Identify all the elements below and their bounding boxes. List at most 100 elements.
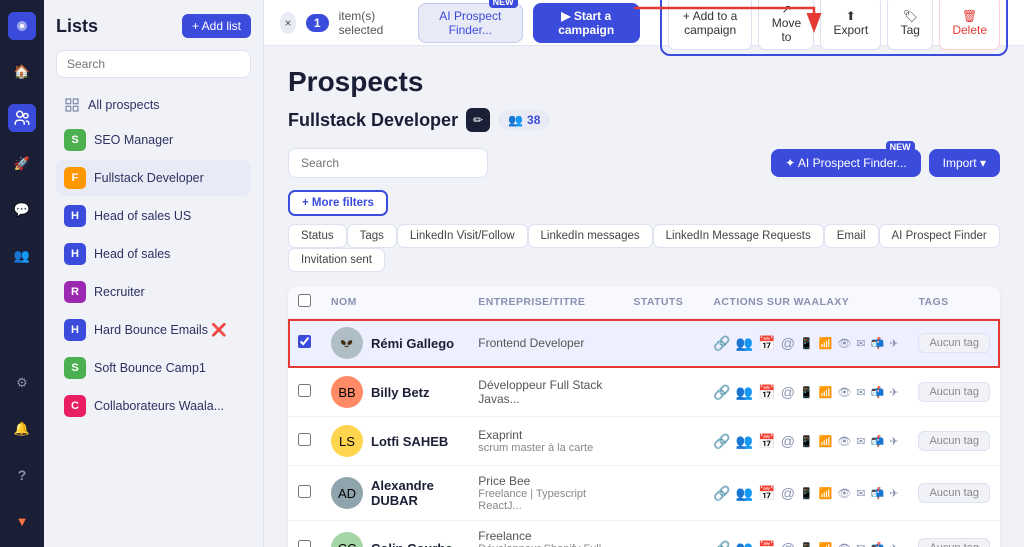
add-to-campaign-button[interactable]: + Add to a campaign (668, 0, 753, 50)
link-icon[interactable]: 🔗 (713, 335, 730, 352)
settings-icon[interactable]: ⚙ (8, 369, 36, 397)
row-checkbox-cell[interactable] (288, 368, 321, 417)
sidebar-list-item-8[interactable]: C Collaborateurs Waala... (56, 388, 251, 424)
select-all-header[interactable] (288, 286, 321, 319)
all-prospects-item[interactable]: All prospects (56, 90, 251, 120)
logo-icon[interactable] (8, 12, 36, 40)
filter-tag-email[interactable]: Email (824, 224, 879, 248)
link-icon[interactable]: 🔗 (713, 540, 730, 547)
calendar-icon[interactable]: 📅 (758, 433, 775, 450)
waalaxy-icon1[interactable]: 📱 (800, 435, 814, 448)
close-selection-button[interactable]: × (280, 12, 296, 34)
tag-pill[interactable]: Aucun tag (918, 538, 990, 547)
waalaxy-icon5[interactable]: 📬 (871, 487, 885, 500)
email-icon[interactable]: @ (781, 540, 795, 547)
filter-tag-invitation-sent[interactable]: Invitation sent (288, 248, 385, 272)
waalaxy-icon5[interactable]: 📬 (871, 542, 885, 547)
connect-icon[interactable]: 👥 (736, 485, 753, 502)
row-checkbox-cell[interactable] (288, 319, 321, 368)
sidebar-list-item-4[interactable]: H Head of sales (56, 236, 251, 272)
waalaxy-icon2[interactable]: 📶 (819, 542, 833, 547)
waalaxy-icon5[interactable]: 📬 (871, 386, 885, 399)
waalaxy-icon5[interactable]: 📬 (871, 337, 885, 350)
rocket-icon[interactable]: 🚀 (8, 150, 36, 178)
help-icon[interactable]: ? (8, 461, 36, 489)
filter-tag-linkedin-visit/follow[interactable]: LinkedIn Visit/Follow (397, 224, 528, 248)
chat-icon[interactable]: 💬 (8, 196, 36, 224)
filter-tag-linkedin-message-requests[interactable]: LinkedIn Message Requests (653, 224, 824, 248)
table-search-input[interactable] (288, 148, 488, 178)
row-checkbox[interactable] (298, 485, 311, 498)
row-checkbox[interactable] (298, 433, 311, 446)
link-icon[interactable]: 🔗 (713, 485, 730, 502)
sidebar-list-item-7[interactable]: S Soft Bounce Camp1 (56, 350, 251, 386)
waalaxy-icon3[interactable]: 👁 (837, 487, 851, 500)
filter-tag-ai-prospect-finder[interactable]: AI Prospect Finder (879, 224, 1000, 248)
waalaxy-icon5[interactable]: 📬 (871, 435, 885, 448)
import-button[interactable]: Import ▾ (929, 149, 1000, 177)
group-icon[interactable]: 👥 (8, 242, 36, 270)
ai-finder-button[interactable]: NEW ✦ AI Prospect Finder... (771, 149, 920, 177)
export-button[interactable]: ⬆ Export (820, 0, 881, 50)
row-checkbox-cell[interactable] (288, 466, 321, 521)
waalaxy-icon1[interactable]: 📱 (800, 386, 814, 399)
tag-pill[interactable]: Aucun tag (918, 333, 990, 353)
row-checkbox[interactable] (298, 540, 311, 547)
waalaxy-icon3[interactable]: 👁 (837, 337, 851, 350)
sidebar-list-item-1[interactable]: S SEO Manager (56, 122, 251, 158)
more-filters-button[interactable]: + More filters (288, 190, 388, 216)
link-icon[interactable]: 🔗 (713, 433, 730, 450)
sidebar-list-item-2[interactable]: F Fullstack Developer (56, 160, 251, 196)
filter-tag-linkedin-messages[interactable]: LinkedIn messages (528, 224, 653, 248)
waalaxy-icon6[interactable]: ✈ (889, 487, 898, 500)
waalaxy-icon6[interactable]: ✈ (889, 435, 898, 448)
waalaxy-icon3[interactable]: 👁 (837, 435, 851, 448)
tag-button[interactable]: 🏷 Tag (887, 0, 933, 50)
email-icon[interactable]: @ (781, 433, 795, 449)
filter-tag-status[interactable]: Status (288, 224, 347, 248)
waalaxy-icon4[interactable]: ✉ (856, 487, 865, 500)
waalaxy-icon2[interactable]: 📶 (819, 487, 833, 500)
waalaxy-icon2[interactable]: 📶 (819, 386, 833, 399)
sidebar-list-item-3[interactable]: H Head of sales US (56, 198, 251, 234)
row-checkbox[interactable] (298, 335, 311, 348)
select-all-checkbox[interactable] (298, 294, 311, 307)
list-search-input[interactable] (56, 50, 251, 78)
connect-icon[interactable]: 👥 (736, 384, 753, 401)
connect-icon[interactable]: 👥 (736, 433, 753, 450)
waalaxy-icon2[interactable]: 📶 (819, 435, 833, 448)
calendar-icon[interactable]: 📅 (758, 540, 775, 547)
sidebar-list-item-5[interactable]: R Recruiter (56, 274, 251, 310)
waalaxy-icon6[interactable]: ✈ (889, 542, 898, 547)
tag-pill[interactable]: Aucun tag (918, 382, 990, 402)
waalaxy-icon4[interactable]: ✉ (856, 542, 865, 547)
waalaxy-icon1[interactable]: 📱 (800, 487, 814, 500)
waalaxy-icon3[interactable]: 👁 (837, 542, 851, 547)
connect-icon[interactable]: 👥 (736, 540, 753, 547)
waalaxy-icon4[interactable]: ✉ (856, 386, 865, 399)
collapse-icon[interactable]: ▼ (8, 507, 36, 535)
home-icon[interactable]: 🏠 (8, 58, 36, 86)
calendar-icon[interactable]: 📅 (758, 485, 775, 502)
row-checkbox-cell[interactable] (288, 521, 321, 547)
connect-icon[interactable]: 👥 (736, 335, 753, 352)
ai-prospect-finder-button[interactable]: NEW AI Prospect Finder... (418, 3, 523, 43)
filter-tag-tags[interactable]: Tags (347, 224, 397, 248)
tag-pill[interactable]: Aucun tag (918, 431, 990, 451)
waalaxy-icon3[interactable]: 👁 (837, 386, 851, 399)
tag-pill[interactable]: Aucun tag (918, 483, 990, 503)
add-list-button[interactable]: + Add list (182, 14, 251, 38)
bell-icon[interactable]: 🔔 (8, 415, 36, 443)
sidebar-list-item-6[interactable]: H Hard Bounce Emails ❌ (56, 312, 251, 348)
calendar-icon[interactable]: 📅 (758, 335, 775, 352)
waalaxy-icon6[interactable]: ✈ (889, 386, 898, 399)
delete-button[interactable]: 🗑 Delete (939, 0, 1000, 50)
email-icon[interactable]: @ (781, 485, 795, 501)
start-campaign-button[interactable]: ▶ Start a campaign (533, 3, 640, 43)
waalaxy-icon4[interactable]: ✉ (856, 337, 865, 350)
waalaxy-icon6[interactable]: ✈ (889, 337, 898, 350)
waalaxy-icon1[interactable]: 📱 (800, 337, 814, 350)
waalaxy-icon4[interactable]: ✉ (856, 435, 865, 448)
users-icon[interactable] (8, 104, 36, 132)
link-icon[interactable]: 🔗 (713, 384, 730, 401)
